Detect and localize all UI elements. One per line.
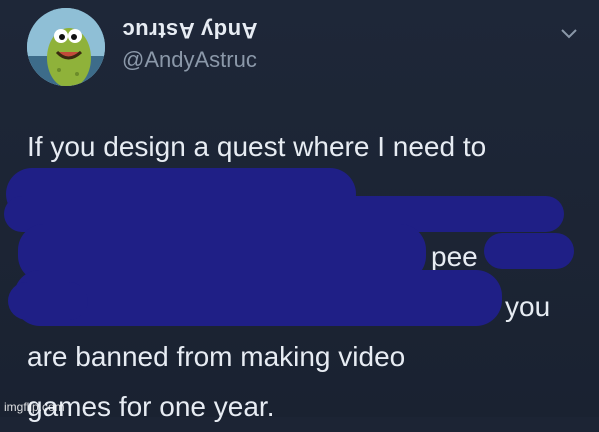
avatar[interactable] bbox=[27, 8, 105, 86]
watermark: imgflip.com bbox=[4, 400, 65, 414]
tweet-line-4: are banned from making video bbox=[27, 341, 406, 372]
tweet-card: Andy Astruc @AndyAstruc If you design a … bbox=[0, 0, 599, 422]
author-handle[interactable]: @AndyAstruc bbox=[122, 47, 257, 73]
author-display-name[interactable]: Andy Astruc bbox=[122, 17, 257, 43]
chevron-down-icon[interactable] bbox=[560, 28, 578, 40]
author-display-name-text: Andy Astruc bbox=[122, 18, 258, 43]
tweet-line-1: If you design a quest where I need to bbox=[27, 131, 487, 162]
redaction-scribble-6 bbox=[8, 282, 88, 320]
pickle-avatar-icon bbox=[27, 8, 105, 86]
tweet-fragment-you: you bbox=[505, 291, 551, 322]
redaction-scribble-4 bbox=[484, 233, 574, 269]
